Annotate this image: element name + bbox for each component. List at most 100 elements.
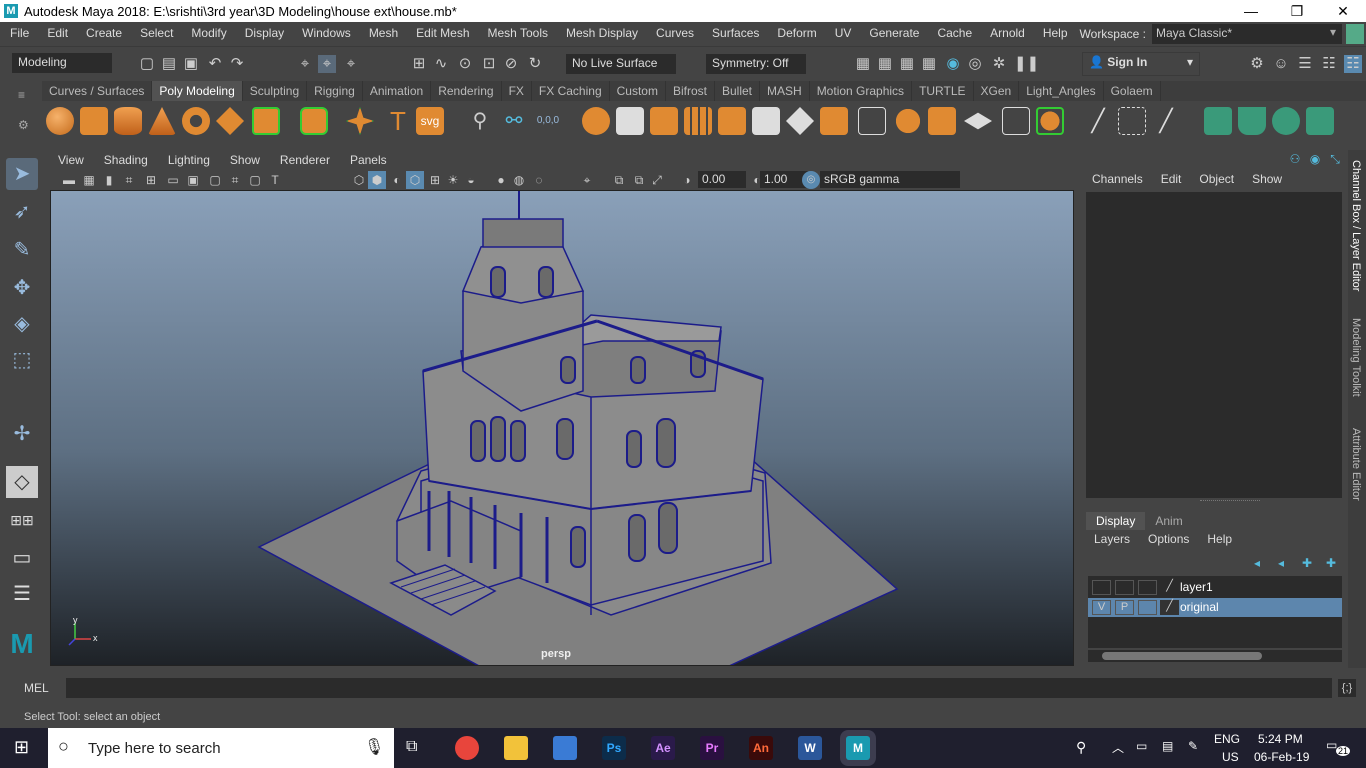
channel-menu-object[interactable]: Object bbox=[1199, 172, 1234, 186]
windows-start-icon[interactable]: ⊞ bbox=[14, 737, 29, 758]
panel-menu-view[interactable]: View bbox=[48, 153, 94, 167]
channel-box-icon-3[interactable]: ⤡ bbox=[1326, 150, 1344, 168]
frame-all-icon[interactable]: ⤢ bbox=[648, 171, 666, 189]
snap-live-icon[interactable]: ↻ bbox=[526, 55, 544, 73]
shelf-tab-xgen[interactable]: XGen bbox=[974, 81, 1020, 101]
close-button[interactable]: ✕ bbox=[1320, 0, 1366, 22]
layer-menu-help[interactable]: Help bbox=[1207, 532, 1232, 546]
smooth-shade-icon[interactable]: ⬢ bbox=[368, 171, 386, 189]
shelf-tab-turtle[interactable]: TURTLE bbox=[912, 81, 974, 101]
shelf-tab-light-angles[interactable]: Light_Angles bbox=[1019, 81, 1104, 101]
default-material-icon[interactable]: ◐ bbox=[388, 171, 406, 189]
attribute-editor-icon[interactable]: ☰ bbox=[1296, 55, 1314, 73]
menu-set-dropdown[interactable]: Modeling bbox=[12, 53, 112, 73]
menu-select[interactable]: Select bbox=[130, 26, 181, 40]
four-view-layout-icon[interactable]: ⊞⊞ bbox=[6, 504, 38, 536]
edit-edge-flow-icon[interactable]: ╱ bbox=[1084, 107, 1112, 135]
layer-playback-toggle[interactable] bbox=[1115, 580, 1134, 595]
reduce-icon[interactable] bbox=[964, 112, 992, 130]
menu-help[interactable]: Help bbox=[1033, 26, 1076, 40]
channel-menu-channels[interactable]: Channels bbox=[1092, 172, 1143, 186]
clock-time[interactable]: 5:24 PM bbox=[1258, 732, 1303, 746]
exposure-field[interactable]: 0.00 bbox=[698, 171, 746, 188]
uv-auto-icon[interactable] bbox=[1306, 107, 1334, 135]
3d-viewport[interactable]: y x persp bbox=[50, 190, 1074, 666]
image-plane-icon[interactable]: ⌗ bbox=[120, 171, 138, 189]
panel-menu-show[interactable]: Show bbox=[220, 153, 270, 167]
animate-icon[interactable]: An bbox=[749, 736, 773, 760]
shadows-icon[interactable]: ◒ bbox=[462, 171, 480, 189]
menu-display[interactable]: Display bbox=[235, 26, 292, 40]
shelf-tab-fx-caching[interactable]: FX Caching bbox=[532, 81, 610, 101]
gamma-field[interactable]: 1.00 bbox=[760, 171, 808, 188]
redo-icon[interactable]: ↷ bbox=[228, 55, 246, 73]
uv-planar-icon[interactable] bbox=[1204, 107, 1232, 135]
mirror-icon[interactable] bbox=[894, 107, 922, 135]
clock-date[interactable]: 06-Feb-19 bbox=[1254, 750, 1309, 764]
rotate-tool-icon[interactable]: ◈ bbox=[6, 308, 38, 340]
motion-blur-icon[interactable]: ◍ bbox=[510, 171, 528, 189]
layer-display-type-toggle[interactable] bbox=[1138, 580, 1157, 595]
task-view-icon[interactable]: ⧉ bbox=[406, 738, 417, 756]
menu-mesh-display[interactable]: Mesh Display bbox=[556, 26, 646, 40]
poly-cylinder-icon[interactable] bbox=[114, 107, 142, 135]
poly-cube-icon[interactable] bbox=[80, 107, 108, 135]
shelf-tab-mash[interactable]: MASH bbox=[760, 81, 810, 101]
network-icon[interactable]: ▤ bbox=[1162, 739, 1173, 753]
anti-aliasing-icon[interactable]: ◌ bbox=[530, 171, 548, 189]
wireframe-on-shaded-icon[interactable]: ⬡ bbox=[406, 171, 424, 189]
panel-menu-shading[interactable]: Shading bbox=[94, 153, 158, 167]
render-setup-icon[interactable]: ◎ bbox=[966, 55, 984, 73]
layer-color-icon[interactable]: ╱ bbox=[1160, 580, 1179, 595]
channel-box-icon[interactable]: ☷ bbox=[1344, 55, 1362, 73]
panel-menu-lighting[interactable]: Lighting bbox=[158, 153, 220, 167]
hypershade-icon[interactable]: ◉ bbox=[944, 55, 962, 73]
scale-tool-icon[interactable]: ⬚ bbox=[6, 344, 38, 376]
gate-mask-icon[interactable]: ▢ bbox=[206, 171, 224, 189]
camera-select-icon[interactable]: ▬ bbox=[60, 171, 78, 189]
layer-name[interactable]: original bbox=[1180, 600, 1219, 614]
snap-surface-icon[interactable]: ⊘ bbox=[502, 55, 520, 73]
shelf-tab-rendering[interactable]: Rendering bbox=[431, 81, 502, 101]
shelf-tab-bullet[interactable]: Bullet bbox=[715, 81, 761, 101]
channel-menu-show[interactable]: Show bbox=[1252, 172, 1282, 186]
poly-torus-icon[interactable] bbox=[182, 107, 210, 135]
render-view-icon[interactable]: ▦ bbox=[854, 55, 872, 73]
shelf-tab-animation[interactable]: Animation bbox=[363, 81, 432, 101]
snap-view-icon[interactable]: ⊡ bbox=[480, 55, 498, 73]
script-editor-icon[interactable]: {;} bbox=[1338, 679, 1356, 697]
layer-horizontal-scrollbar[interactable] bbox=[1088, 650, 1342, 662]
file-explorer-icon[interactable] bbox=[504, 736, 528, 760]
select-component-icon[interactable]: ⌖ bbox=[342, 55, 360, 73]
paint-select-icon[interactable]: ✎ bbox=[6, 234, 38, 266]
poly-plane-icon[interactable] bbox=[216, 107, 244, 135]
bookmark-icon[interactable]: ▮ bbox=[100, 171, 118, 189]
workspace-dropdown[interactable]: Maya Classic* bbox=[1152, 24, 1342, 44]
channel-menu-edit[interactable]: Edit bbox=[1161, 172, 1182, 186]
menu-generate[interactable]: Generate bbox=[859, 26, 927, 40]
live-surface-field[interactable]: No Live Surface bbox=[566, 54, 676, 74]
boolean-icon[interactable] bbox=[928, 107, 956, 135]
render-frame-icon[interactable]: ▦ bbox=[876, 55, 894, 73]
vtab-modeling-toolkit[interactable]: Modeling Toolkit bbox=[1350, 318, 1362, 397]
light-editor-icon[interactable]: ✲ bbox=[990, 55, 1008, 73]
chevron-up-icon[interactable]: ︿ bbox=[1112, 739, 1124, 756]
super-shape-icon[interactable] bbox=[346, 107, 374, 135]
color-management-icon[interactable]: ◎ bbox=[802, 171, 820, 189]
isolate-select-icon[interactable]: ⌖ bbox=[578, 171, 596, 189]
bridge-icon[interactable] bbox=[650, 107, 678, 135]
fill-hole-icon[interactable] bbox=[786, 107, 814, 135]
single-perspective-layout-icon[interactable]: ◇ bbox=[6, 466, 38, 498]
layer-name[interactable]: layer1 bbox=[1180, 580, 1213, 594]
maya-icon[interactable]: M bbox=[846, 736, 870, 760]
move-layer-up-icon[interactable]: ◂ bbox=[1248, 554, 1266, 572]
safe-action-icon[interactable]: ▢ bbox=[246, 171, 264, 189]
layer-row[interactable]: ╱ layer1 bbox=[1088, 578, 1342, 597]
tool-settings-icon[interactable]: ☷ bbox=[1320, 55, 1338, 73]
menu-surfaces[interactable]: Surfaces bbox=[702, 26, 767, 40]
bevel-edge-icon[interactable] bbox=[752, 107, 780, 135]
poly-disc-icon[interactable] bbox=[252, 107, 280, 135]
snap-point-icon[interactable]: ⊙ bbox=[456, 55, 474, 73]
symmetry-dropdown[interactable]: Symmetry: Off bbox=[706, 54, 806, 74]
platonic-solid-icon[interactable] bbox=[300, 107, 328, 135]
